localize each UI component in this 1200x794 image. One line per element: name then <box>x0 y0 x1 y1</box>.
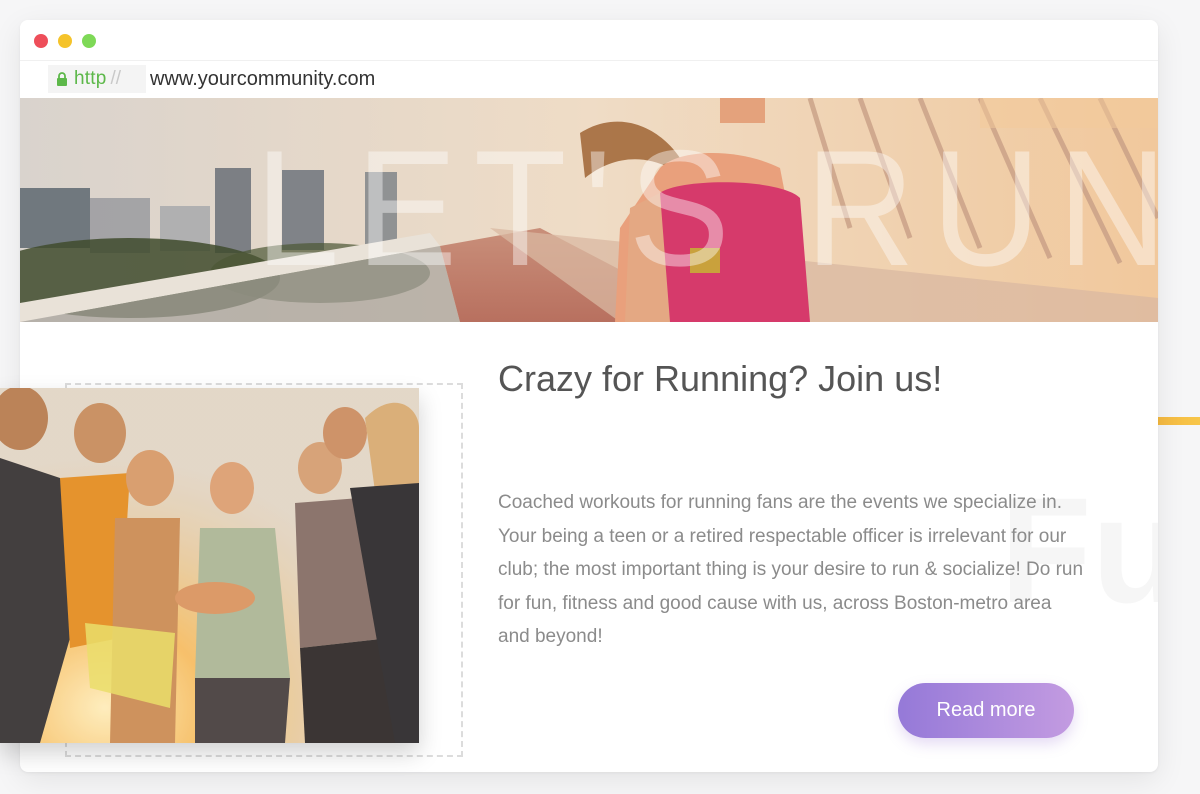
close-button[interactable] <box>34 34 48 48</box>
section-body-text: Coached workouts for running fans are th… <box>498 492 1084 647</box>
protocol-separator: // <box>110 68 122 89</box>
protocol-text: http <box>74 68 107 89</box>
minimize-button[interactable] <box>58 34 72 48</box>
page: http // www.yourcommunity.com LET'S RUN … <box>0 0 1200 794</box>
title-bar <box>20 20 1158 60</box>
lock-icon <box>57 72 67 86</box>
read-more-button[interactable]: Read more <box>898 683 1074 738</box>
address-bar[interactable]: http // www.yourcommunity.com <box>20 60 1158 100</box>
maximize-button[interactable] <box>82 34 96 48</box>
section-title: Crazy for Running? Join us! <box>498 358 943 399</box>
url-text[interactable]: www.yourcommunity.com <box>150 68 375 91</box>
hero-watermark-text: LET'S RUN <box>255 116 1158 300</box>
hero-banner: LET'S RUN <box>20 98 1158 322</box>
protocol-box: http // <box>48 65 146 93</box>
team-photo <box>0 388 419 743</box>
team-photo-image <box>0 388 419 743</box>
